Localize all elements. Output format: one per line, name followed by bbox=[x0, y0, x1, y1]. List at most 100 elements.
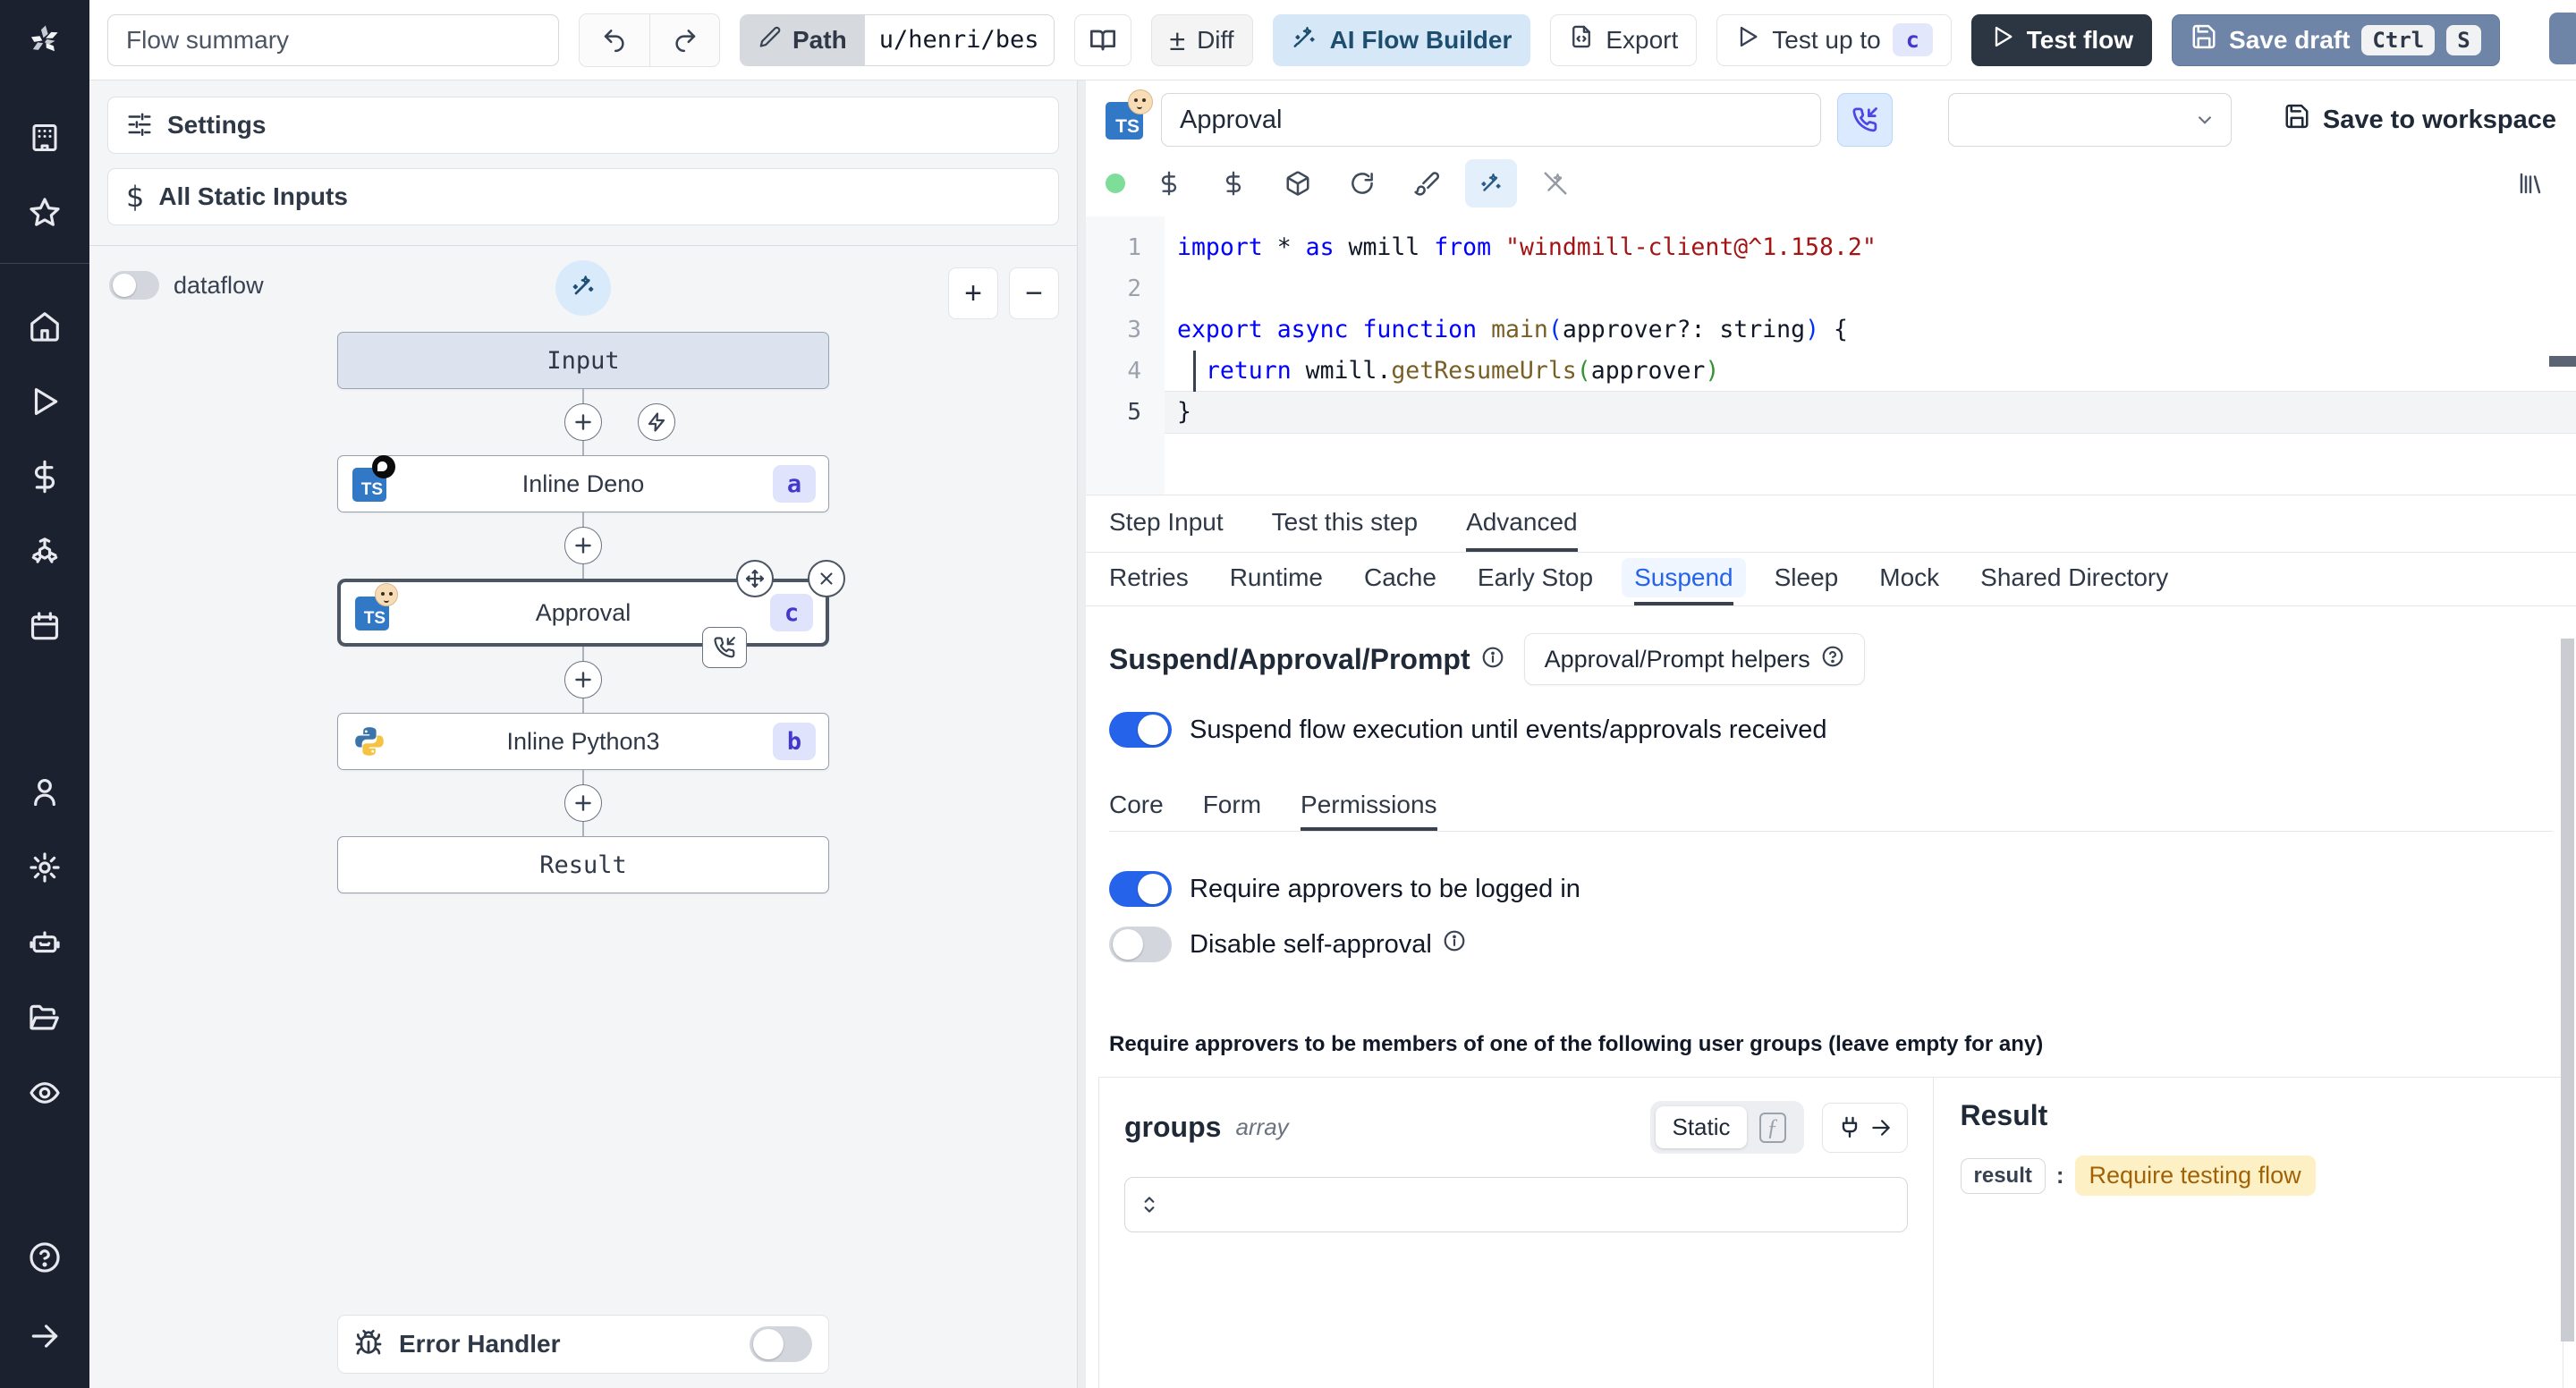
insert-step-button[interactable] bbox=[564, 403, 602, 441]
connect-input-button[interactable] bbox=[1821, 1102, 1908, 1153]
static-mode-button[interactable]: Static bbox=[1656, 1106, 1747, 1148]
all-static-inputs-item[interactable]: $ All Static Inputs bbox=[107, 168, 1059, 225]
graph-ai-wand-button[interactable] bbox=[555, 260, 611, 316]
edge-input-deno bbox=[89, 389, 1077, 455]
ai-flow-builder-button[interactable]: AI Flow Builder bbox=[1272, 13, 1531, 66]
move-step-button[interactable] bbox=[736, 560, 774, 597]
subtab-mock[interactable]: Mock bbox=[1879, 553, 1939, 605]
library-button[interactable] bbox=[2504, 159, 2556, 207]
insert-step-button[interactable] bbox=[564, 527, 602, 564]
flow-graph-canvas[interactable]: dataflow + − Input TS Inline Deno a TS A… bbox=[89, 245, 1077, 1388]
tab-advanced[interactable]: Advanced bbox=[1466, 495, 1578, 552]
delete-step-button[interactable] bbox=[808, 560, 845, 597]
flow-summary-input[interactable] bbox=[107, 13, 559, 66]
users-icon[interactable] bbox=[25, 773, 64, 812]
status-ok-dot bbox=[1106, 174, 1125, 193]
path-control[interactable]: Path u/henri/bes bbox=[740, 13, 1055, 66]
reload-button[interactable] bbox=[1336, 159, 1388, 207]
error-handler-item[interactable]: Error Handler bbox=[337, 1315, 829, 1374]
folders-icon[interactable] bbox=[25, 998, 64, 1037]
workspace-icon[interactable] bbox=[25, 118, 64, 157]
test-flow-button[interactable]: Test flow bbox=[1970, 13, 2153, 66]
diff-button[interactable]: ± Diff bbox=[1150, 13, 1253, 66]
export-button[interactable]: Export bbox=[1550, 13, 1698, 66]
require-login-toggle[interactable] bbox=[1109, 871, 1172, 907]
save-draft-button[interactable]: Save draft Ctrl S bbox=[2172, 13, 2500, 66]
plus-icon bbox=[575, 795, 591, 811]
subtab-suspend[interactable]: Suspend bbox=[1622, 553, 1746, 605]
app-window: Path u/henri/bes ± Diff AI Flow Builder … bbox=[0, 0, 2576, 1388]
info-icon[interactable] bbox=[1481, 643, 1504, 676]
format-brush-button[interactable] bbox=[1401, 159, 1453, 207]
subtab-cache[interactable]: Cache bbox=[1364, 553, 1436, 605]
workers-icon[interactable] bbox=[25, 923, 64, 962]
editor-scroll-mark[interactable] bbox=[2549, 356, 2576, 367]
ai-off-wand-button[interactable] bbox=[1530, 159, 1581, 207]
tab-test-this-step[interactable]: Test this step bbox=[1272, 495, 1418, 552]
subtab-early-stop[interactable]: Early Stop bbox=[1478, 553, 1593, 605]
runs-icon[interactable] bbox=[25, 382, 64, 421]
flow-node-inline-deno[interactable]: TS Inline Deno a bbox=[337, 455, 829, 512]
settings-gear-icon[interactable] bbox=[25, 848, 64, 887]
insert-step-button[interactable] bbox=[564, 661, 602, 698]
suspend-flow-toggle[interactable] bbox=[1109, 712, 1172, 748]
panel-splitter[interactable] bbox=[1078, 80, 1086, 1388]
test-up-to-button[interactable]: Test up to c bbox=[1716, 13, 1952, 66]
favorites-star-icon[interactable] bbox=[25, 193, 64, 233]
flow-node-inline-python[interactable]: Inline Python3 b bbox=[337, 713, 829, 770]
windmill-logo[interactable] bbox=[0, 0, 89, 80]
insert-step-button[interactable] bbox=[564, 784, 602, 822]
flow-node-input[interactable]: Input bbox=[337, 332, 829, 389]
approval-prompt-helpers-button[interactable]: Approval/Prompt helpers bbox=[1523, 633, 1865, 685]
ai-gen-wand-button[interactable] bbox=[1465, 159, 1517, 207]
tab-form[interactable]: Form bbox=[1203, 782, 1261, 831]
flow-settings-item[interactable]: Settings bbox=[107, 97, 1059, 154]
suspend-phone-badge[interactable] bbox=[702, 627, 747, 668]
approval-phone-button[interactable] bbox=[1837, 93, 1893, 147]
docs-book-button[interactable] bbox=[1073, 13, 1131, 66]
wand-sparkles-icon bbox=[1481, 174, 1501, 191]
dollar-icon bbox=[1225, 171, 1241, 196]
tab-step-input[interactable]: Step Input bbox=[1109, 495, 1224, 552]
dataflow-toggle[interactable] bbox=[109, 271, 159, 300]
subtab-sleep[interactable]: Sleep bbox=[1775, 553, 1839, 605]
add-trigger-button[interactable] bbox=[638, 403, 675, 441]
tab-permissions[interactable]: Permissions bbox=[1301, 782, 1437, 831]
step-name-input[interactable] bbox=[1161, 93, 1822, 147]
function-mode-button[interactable]: ƒ bbox=[1747, 1107, 1799, 1148]
undo-button[interactable] bbox=[580, 14, 649, 66]
zoom-in-button[interactable]: + bbox=[948, 267, 998, 319]
chevrons-up-down-icon bbox=[1144, 1197, 1155, 1213]
subtab-runtime[interactable]: Runtime bbox=[1230, 553, 1323, 605]
error-handler-toggle[interactable] bbox=[750, 1326, 812, 1362]
zoom-out-button[interactable]: − bbox=[1009, 267, 1059, 319]
help-icon[interactable] bbox=[25, 1238, 64, 1277]
result-key-badge[interactable]: result bbox=[1960, 1157, 2046, 1194]
schedules-icon[interactable] bbox=[25, 607, 64, 647]
home-icon[interactable] bbox=[25, 307, 64, 346]
add-resource-button[interactable] bbox=[1208, 159, 1259, 207]
typescript-deno-icon: TS bbox=[352, 455, 395, 502]
resources-icon[interactable] bbox=[25, 532, 64, 571]
add-variable-button[interactable] bbox=[1143, 159, 1195, 207]
save-to-workspace-button[interactable]: Save to workspace bbox=[2284, 103, 2556, 137]
package-button[interactable] bbox=[1272, 159, 1324, 207]
editor-code[interactable]: import * as wmill from "windmill-client@… bbox=[1165, 216, 2576, 495]
tab-core[interactable]: Core bbox=[1109, 782, 1164, 831]
audit-eye-icon[interactable] bbox=[25, 1073, 64, 1113]
variables-icon[interactable] bbox=[25, 457, 64, 496]
info-icon[interactable] bbox=[1443, 929, 1466, 960]
script-version-select[interactable] bbox=[1947, 93, 2232, 147]
redo-button[interactable] bbox=[649, 13, 719, 66]
lightning-icon bbox=[648, 412, 665, 432]
groups-value-input[interactable] bbox=[1124, 1177, 1908, 1232]
panel-scrollbar[interactable] bbox=[2561, 639, 2574, 1341]
disable-self-approval-toggle[interactable] bbox=[1109, 927, 1172, 962]
path-edit-button[interactable]: Path bbox=[741, 14, 865, 65]
collapse-arrow-icon[interactable] bbox=[25, 1316, 64, 1356]
deploy-button-partial[interactable] bbox=[2549, 13, 2576, 64]
flow-node-result[interactable]: Result bbox=[337, 836, 829, 893]
code-editor[interactable]: 12345 import * as wmill from "windmill-c… bbox=[1086, 216, 2576, 495]
subtab-retries[interactable]: Retries bbox=[1109, 553, 1189, 605]
subtab-shared-directory[interactable]: Shared Directory bbox=[1980, 553, 2168, 605]
